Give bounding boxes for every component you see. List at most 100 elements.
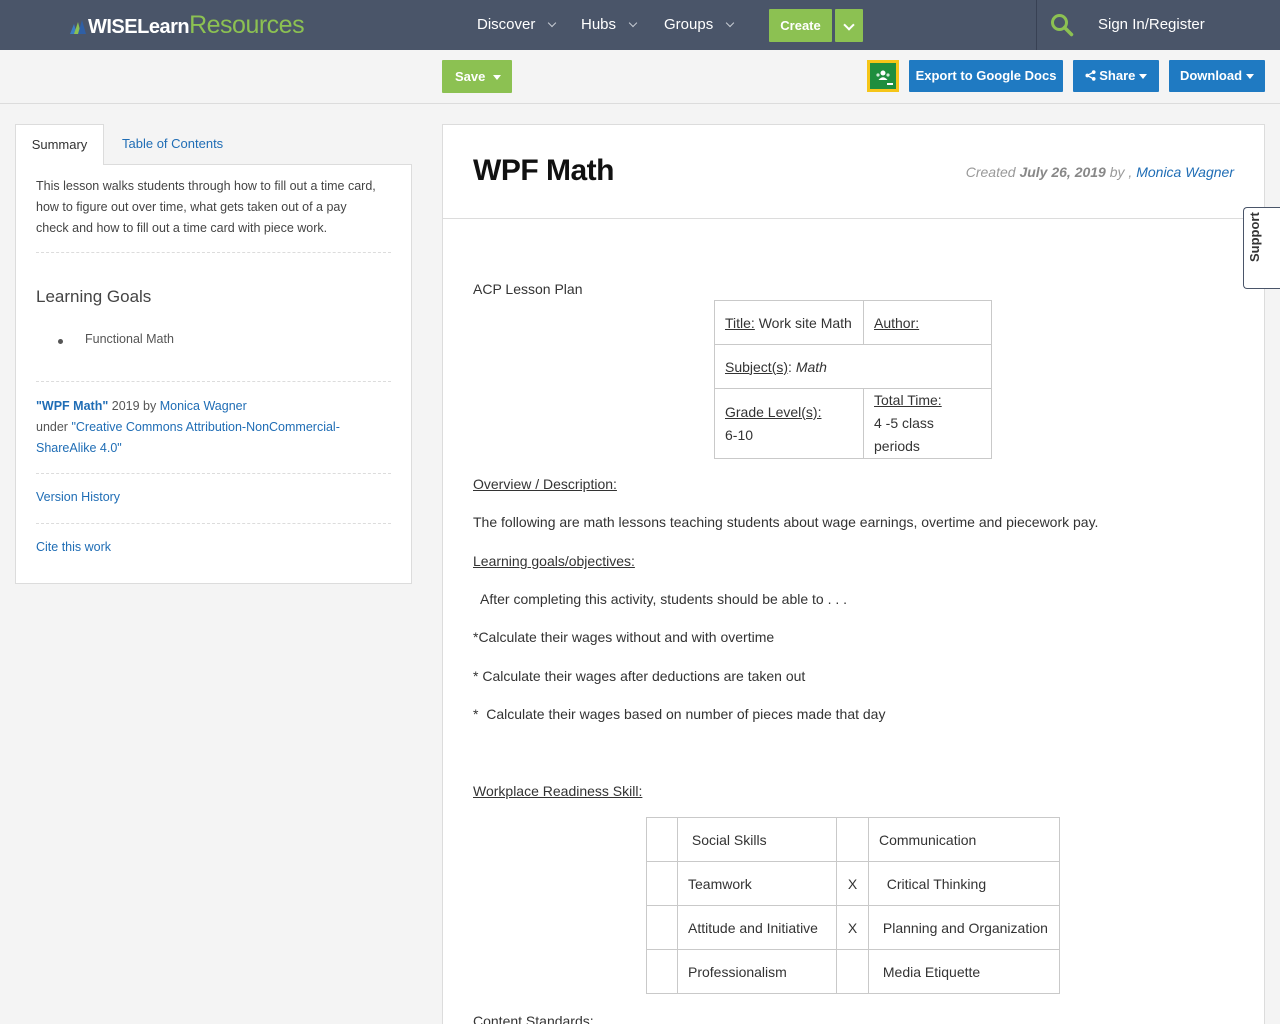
skill-cell: Media Etiquette <box>868 949 1060 994</box>
google-classroom-icon <box>870 63 896 89</box>
sign-in-register-link[interactable]: Sign In/Register <box>1098 0 1205 50</box>
subject-colon: : <box>788 358 796 375</box>
goal-item-2: * Calculate their wages after deductions… <box>473 668 806 684</box>
attribution-under: under <box>36 420 72 434</box>
goal-item-1: *Calculate their wages without and with … <box>473 629 775 645</box>
share-button[interactable]: Share <box>1073 60 1159 92</box>
caret-down-icon <box>493 75 502 81</box>
wiselearn-logo[interactable]: WISELearn Resources <box>70 11 305 39</box>
export-google-docs-button[interactable]: Export to Google Docs <box>909 60 1063 92</box>
skill-cell: Teamwork <box>677 861 837 906</box>
skill-cell: Social Skills <box>677 817 837 862</box>
attribution-title-link[interactable]: "WPF Math" <box>36 399 108 413</box>
author-link[interactable]: Monica Wagner <box>1136 164 1234 180</box>
skill-cell: Planning and Organization <box>868 905 1060 950</box>
workplace-skills-heading: Workplace Readiness Skill: <box>473 783 643 799</box>
attribution-author-link[interactable]: Monica Wagner <box>160 399 247 413</box>
table-row: Social Skills Communication <box>646 817 1060 862</box>
learning-goals-heading: Learning Goals <box>36 287 152 306</box>
create-dropdown-toggle[interactable] <box>835 9 863 42</box>
divider <box>36 473 391 474</box>
support-tab[interactable]: Support <box>1243 207 1280 289</box>
nav-divider <box>1036 0 1037 50</box>
subject-label: Subject(s) <box>725 358 789 375</box>
title-label: Title: <box>725 314 755 331</box>
author-cell: Author: <box>863 300 992 345</box>
skill-cell: Attitude and Initiative <box>677 905 837 950</box>
google-classroom-button[interactable] <box>867 60 899 92</box>
table-row: Teamwork X Critical Thinking <box>646 861 1060 906</box>
download-button[interactable]: Download <box>1169 60 1265 92</box>
skill-cell: Communication <box>868 817 1060 862</box>
skill-mark-cell: X <box>836 861 869 906</box>
resource-header: WPF Math Created July 26, 2019 by , Moni… <box>443 125 1264 219</box>
subject-value: Math <box>795 358 827 375</box>
chevron-down-icon <box>725 18 735 28</box>
cite-this-work-link[interactable]: Cite this work <box>36 540 111 554</box>
skill-mark-cell <box>646 861 678 906</box>
tab-table-of-contents[interactable]: Table of Contents <box>122 124 223 164</box>
caret-down-icon <box>1139 74 1148 80</box>
nav-groups-label: Groups <box>664 16 714 33</box>
table-row: Professionalism Media Etiquette <box>646 949 1060 994</box>
created-by: by , <box>1105 164 1137 180</box>
nav-discover[interactable]: Discover <box>477 0 557 50</box>
resource-content: WPF Math Created July 26, 2019 by , Moni… <box>442 124 1265 1024</box>
skill-mark-cell <box>646 949 678 994</box>
nav-discover-label: Discover <box>477 16 536 33</box>
save-button-label: Save <box>455 69 486 84</box>
created-label: Created <box>965 164 1020 180</box>
license-link[interactable]: "Creative Commons Attribution-NonCommerc… <box>36 420 340 455</box>
content-standards-heading: Content Standards: <box>473 1013 594 1024</box>
skill-mark-cell <box>836 817 869 862</box>
learning-goals-heading: Learning goals/objectives: <box>473 553 635 569</box>
workplace-skills-table: Social Skills Communication Teamwork X C… <box>646 817 1060 994</box>
nav-groups[interactable]: Groups <box>664 0 735 50</box>
attribution: "WPF Math" 2019 by Monica Wagner under "… <box>36 396 381 459</box>
bullet-icon <box>58 339 63 344</box>
overview-heading: Overview / Description: <box>473 476 617 492</box>
grade-value: 6-10 <box>725 426 754 443</box>
nav-hubs[interactable]: Hubs <box>581 0 638 50</box>
skill-mark-cell: X <box>836 905 869 950</box>
version-history-link[interactable]: Version History <box>36 490 120 504</box>
classroom-people-icon <box>876 70 893 85</box>
skill-mark-cell <box>646 905 678 950</box>
subject-cell: Subject(s): Math <box>714 344 992 389</box>
skill-mark-cell <box>836 949 869 994</box>
table-row: Attitude and Initiative X Planning and O… <box>646 905 1060 950</box>
attribution-year: 2019 by <box>108 399 160 413</box>
author-label: Author: <box>874 314 920 331</box>
time-value: 4 -5 class periods <box>874 415 934 454</box>
share-button-label: Share <box>1099 68 1136 83</box>
learning-goal-item: Functional Math <box>85 332 174 346</box>
created-date: July 26, 2019 <box>1019 164 1106 180</box>
chevron-down-icon <box>843 19 855 31</box>
divider <box>36 523 391 524</box>
support-label: Support <box>1247 212 1262 262</box>
title-cell: Title: Work site Math <box>714 300 864 345</box>
skill-mark-cell <box>646 817 678 862</box>
divider <box>36 381 391 382</box>
share-icon <box>1085 70 1096 81</box>
page-title: WPF Math <box>473 154 614 187</box>
download-button-label: Download <box>1179 68 1243 83</box>
goals-intro: After completing this activity, students… <box>473 591 848 607</box>
search-icon[interactable] <box>1050 13 1074 37</box>
chevron-down-icon <box>628 18 638 28</box>
nav-hubs-label: Hubs <box>581 16 617 33</box>
save-button[interactable]: Save <box>442 60 512 93</box>
logo-text-resources: Resources <box>189 11 305 39</box>
create-button[interactable]: Create <box>769 9 832 42</box>
grade-cell: Grade Level(s): 6-10 <box>714 388 864 459</box>
top-navbar: WISELearn Resources Discover Hubs Groups… <box>0 0 1280 50</box>
summary-panel: This lesson walks students through how t… <box>15 164 412 584</box>
divider <box>36 252 391 253</box>
resource-description: This lesson walks students through how t… <box>36 179 376 235</box>
overview-text: The following are math lessons teaching … <box>473 514 1099 530</box>
logo-text-wiselearn: WISELearn <box>88 16 190 38</box>
tab-summary[interactable]: Summary <box>15 124 104 165</box>
lesson-info-table: Title: Work site Math Author: Subject(s)… <box>714 300 992 459</box>
sidebar-tabs: Summary Table of Contents <box>15 124 412 165</box>
created-info: Created July 26, 2019 by , Monica Wagner <box>966 164 1234 180</box>
